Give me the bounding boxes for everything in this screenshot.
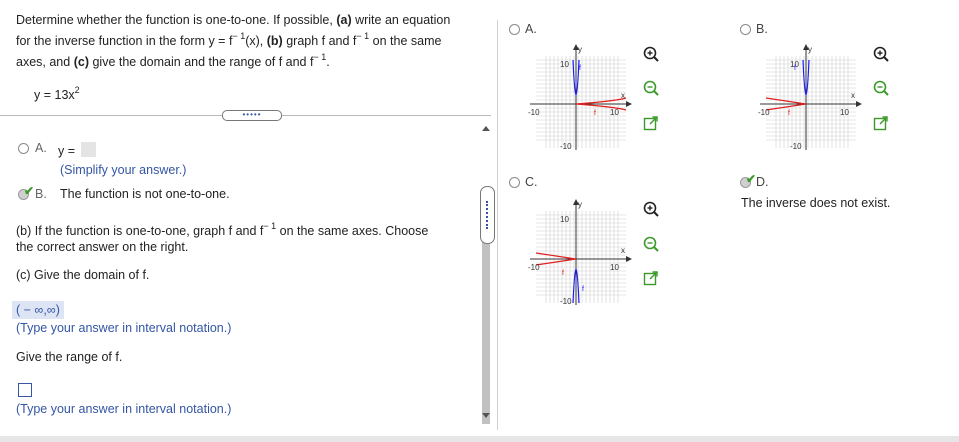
graph-a-tick-y-neg: -10 (560, 142, 572, 151)
correct-check-icon: ✔ (24, 184, 35, 198)
graph-a-y-label: y (578, 45, 582, 54)
zoom-in-icon[interactable] (643, 201, 659, 217)
part-b-line-1: (b) If the function is one-to-one, graph… (16, 221, 429, 239)
zoom-in-icon[interactable] (643, 46, 659, 62)
graph-c-curve-f-label: f (582, 286, 584, 293)
option-a-text: y = (58, 144, 76, 158)
graph-a-tick-x-pos: 10 (610, 108, 619, 117)
graph-a: y x 10 10 -10 -10 f f (528, 44, 632, 151)
zoom-out-icon[interactable] (643, 80, 659, 96)
range-hint: (Type your answer in interval notation.) (16, 402, 232, 416)
expand-icon[interactable] (643, 270, 659, 286)
scroll-down-icon[interactable] (482, 413, 490, 418)
option-b-letter: B. (35, 187, 47, 201)
vertical-splitter (497, 20, 498, 430)
graph-option-b-radio[interactable] (740, 24, 751, 35)
expand-icon[interactable] (873, 115, 889, 131)
graph-c-x-label: x (621, 246, 625, 255)
graph-a-tick-x-neg: -10 (528, 108, 540, 117)
option-a-answer-box[interactable] (81, 142, 96, 157)
domain-answer: ( − ∞,∞) (12, 301, 64, 319)
scroll-thumb[interactable] (482, 238, 490, 424)
graph-a-tick-y-pos: 10 (560, 60, 569, 69)
graph-option-c-radio[interactable] (509, 177, 520, 188)
vertical-splitter-handle[interactable] (480, 186, 495, 244)
domain-prompt: (c) Give the domain of f. (16, 268, 150, 282)
graph-option-c-label: C. (525, 175, 538, 189)
graph-option-b-label: B. (756, 22, 768, 36)
graph-c-tick-y-pos: 10 (560, 215, 569, 224)
graph-b-tick-y-neg: -10 (790, 142, 802, 151)
zoom-out-icon[interactable] (643, 236, 659, 252)
question-line-2: for the inverse function in the form y =… (16, 31, 442, 49)
graph-c-tick-x-neg: -10 (528, 263, 540, 272)
part-b-line-2: the correct answer on the right. (16, 240, 189, 254)
graph-b-tick-x-pos: 10 (840, 108, 849, 117)
graph-option-a-label: A. (525, 22, 537, 36)
graph-c-y-label: y (578, 200, 582, 209)
question-line-1: Determine whether the function is one-to… (16, 13, 451, 27)
option-b-text: The function is not one-to-one. (60, 187, 230, 201)
divider-handle[interactable]: ••••• (222, 110, 282, 121)
function-equation: y = 13x2 (34, 85, 80, 103)
option-a-letter: A. (35, 141, 47, 155)
graph-c: y x 10 10 -10 -10 f f (528, 199, 632, 306)
option-a-radio[interactable] (18, 143, 29, 154)
graph-b: y x 10 10 -10 -10 f f (758, 44, 862, 151)
graph-option-d-check-icon: ✔ (746, 172, 757, 186)
graph-b-tick-x-neg: -10 (758, 108, 770, 117)
question-line-3: axes, and (c) give the domain and the ra… (16, 52, 330, 70)
graph-b-x-label: x (851, 91, 855, 100)
zoom-in-icon[interactable] (873, 46, 889, 62)
domain-hint: (Type your answer in interval notation.) (16, 321, 232, 335)
graph-a-curve-finv-label: f (594, 110, 596, 117)
expand-icon[interactable] (643, 115, 659, 131)
graph-a-x-label: x (621, 91, 625, 100)
range-prompt: Give the range of f. (16, 350, 123, 364)
graph-option-d-label: D. (756, 175, 769, 189)
graph-option-a-radio[interactable] (509, 24, 520, 35)
graph-b-y-label: y (808, 45, 812, 54)
graph-c-curve-finv-label: f (562, 270, 564, 277)
graph-b-curve-finv-label: f (788, 110, 790, 117)
graph-option-d-text: The inverse does not exist. (741, 196, 891, 210)
graph-b-curve-f-label: f (794, 65, 796, 72)
footer-bar (0, 436, 959, 442)
range-answer-input[interactable] (18, 383, 32, 397)
graph-a-curve-f-label: f (579, 65, 581, 72)
simplify-hint: (Simplify your answer.) (60, 163, 187, 177)
zoom-out-icon[interactable] (873, 80, 889, 96)
graph-c-tick-y-neg: -10 (560, 297, 572, 306)
graph-c-tick-x-pos: 10 (610, 263, 619, 272)
scroll-up-icon[interactable] (482, 126, 490, 131)
